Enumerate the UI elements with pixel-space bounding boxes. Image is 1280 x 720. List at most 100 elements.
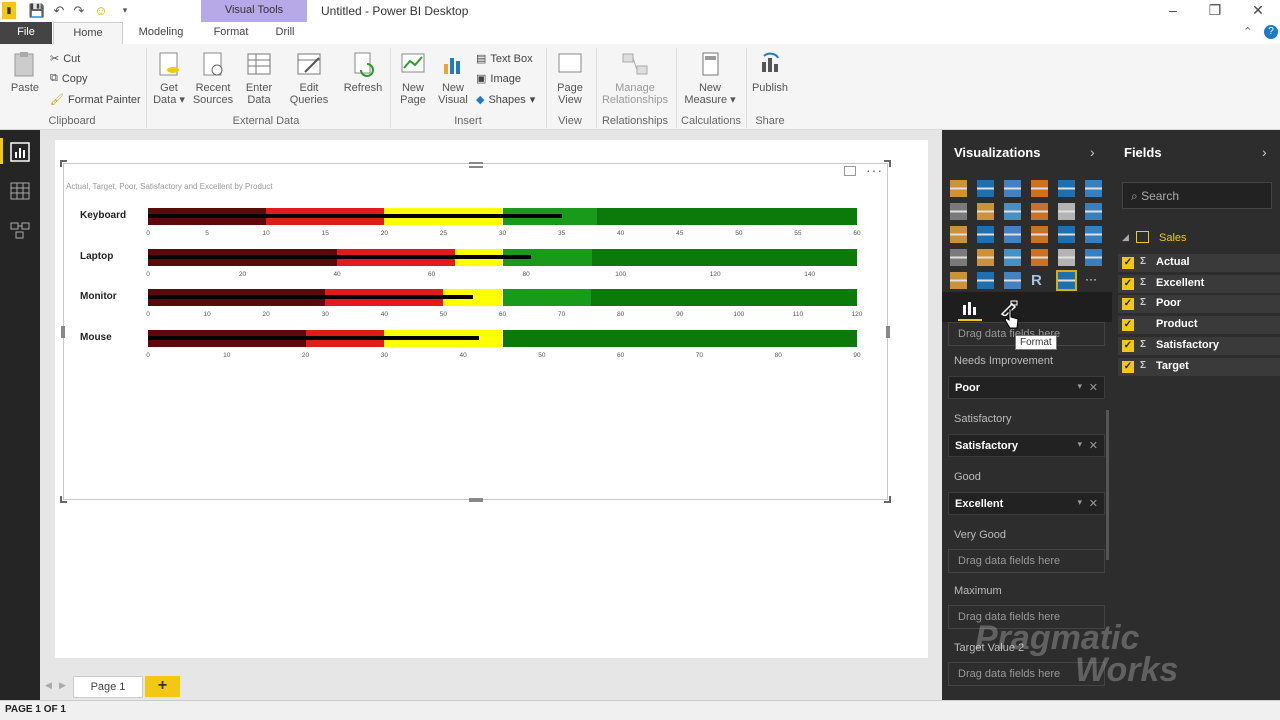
pie-icon[interactable] xyxy=(1004,226,1021,243)
scroll-right-icon[interactable]: ▶ xyxy=(59,680,66,691)
report-view-icon[interactable] xyxy=(10,142,30,162)
field-item[interactable]: ✓ Σ Actual xyxy=(1118,254,1280,272)
line-column-icon[interactable] xyxy=(1031,203,1048,220)
bullet-bar[interactable] xyxy=(148,330,857,347)
stacked-column-icon[interactable] xyxy=(977,180,994,197)
area-chart-icon[interactable] xyxy=(977,203,994,220)
undo-icon[interactable]: ↶ xyxy=(50,2,68,19)
manage-relationships-button[interactable]: Manage Relationships xyxy=(600,50,670,106)
new-page-button[interactable]: New Page xyxy=(394,50,432,106)
checkbox-icon[interactable]: ✓ xyxy=(1122,360,1134,373)
redo-icon[interactable]: ↷ xyxy=(70,2,88,19)
page-view-button[interactable]: Page View xyxy=(550,50,590,106)
help-icon[interactable]: ? xyxy=(1264,25,1278,39)
paste-button[interactable]: Paste xyxy=(6,50,44,94)
line-column2-icon[interactable] xyxy=(1058,203,1075,220)
resize-handle[interactable] xyxy=(884,160,891,167)
100-column-icon[interactable] xyxy=(1085,180,1102,197)
waterfall-icon[interactable] xyxy=(950,226,967,243)
resize-handle[interactable] xyxy=(469,498,483,502)
bullet-bar[interactable] xyxy=(148,208,857,225)
relationships-view-icon[interactable] xyxy=(10,220,30,240)
field-search-input[interactable]: ⌕ Search xyxy=(1122,182,1272,209)
shapes-button[interactable]: ◆ Shapes ▾ xyxy=(476,93,535,107)
new-visual-button[interactable]: New Visual xyxy=(434,50,472,106)
card-icon[interactable] xyxy=(1058,249,1075,266)
multirow-card-icon[interactable] xyxy=(1085,249,1102,266)
dropdown-icon[interactable]: ▾ xyxy=(1077,381,1082,392)
field-item[interactable]: ✓ Σ Poor xyxy=(1118,295,1280,314)
expand-table-icon[interactable]: ◢ xyxy=(1122,232,1129,243)
save-icon[interactable]: 💾 xyxy=(28,2,46,19)
checkbox-icon[interactable]: ✓ xyxy=(1122,277,1134,290)
table-icon[interactable] xyxy=(1085,226,1102,243)
dropdown-icon[interactable]: ▾ xyxy=(1077,497,1082,508)
edit-queries-button[interactable]: Edit Queries xyxy=(285,50,333,106)
focus-mode-icon[interactable] xyxy=(844,166,856,176)
checkbox-icon[interactable]: ✓ xyxy=(1122,339,1134,352)
text-box-button[interactable]: ▤ Text Box xyxy=(476,52,533,66)
collapse-ribbon-icon[interactable]: ⌃ xyxy=(1243,25,1252,38)
drag-grip[interactable] xyxy=(469,162,483,168)
checkbox-icon[interactable]: ✓ xyxy=(1122,298,1134,311)
table-name[interactable]: Sales xyxy=(1159,232,1187,244)
tab-modeling[interactable]: Modeling xyxy=(128,22,194,44)
add-page-button[interactable]: + xyxy=(145,676,180,697)
resize-handle[interactable] xyxy=(61,326,65,338)
100-bar-icon[interactable] xyxy=(1058,180,1075,197)
cut-button[interactable]: ✂ Cut xyxy=(50,52,80,66)
get-data-button[interactable]: Get Data ▾ xyxy=(150,50,188,106)
resize-handle[interactable] xyxy=(884,496,891,503)
field-item[interactable]: ✓ Product xyxy=(1118,316,1280,335)
slicer-icon[interactable] xyxy=(977,272,994,289)
page-tab-page-1[interactable]: Page 1 xyxy=(73,676,143,698)
image-button[interactable]: ▣ Image xyxy=(476,72,521,86)
matrix-icon[interactable] xyxy=(950,249,967,266)
field-item[interactable]: ✓ Σ Excellent xyxy=(1118,274,1280,293)
drag-drop-zone[interactable]: Drag data fields here xyxy=(948,549,1105,573)
remove-field-icon[interactable]: ✕ xyxy=(1089,439,1098,452)
field-well-value[interactable]: Poor ▾ ✕ xyxy=(948,376,1105,399)
refresh-button[interactable]: Refresh xyxy=(342,50,384,94)
line-chart-icon[interactable] xyxy=(950,203,967,220)
checkbox-icon[interactable]: ✓ xyxy=(1122,257,1134,269)
more-visuals-icon[interactable]: ··· xyxy=(1085,272,1102,289)
more-options-icon[interactable]: ··· xyxy=(866,162,883,178)
funnel-icon[interactable] xyxy=(1004,249,1021,266)
tab-home[interactable]: Home xyxy=(53,22,123,44)
kpi-icon[interactable] xyxy=(950,272,967,289)
tab-drill[interactable]: Drill xyxy=(264,22,306,44)
scroll-left-icon[interactable]: ◀ xyxy=(45,680,52,691)
field-item[interactable]: ✓ Σ Target xyxy=(1118,357,1280,376)
bullet-chart-icon[interactable] xyxy=(1056,270,1077,291)
map-icon[interactable] xyxy=(1058,226,1075,243)
enter-data-button[interactable]: Enter Data xyxy=(240,50,278,106)
resize-handle[interactable] xyxy=(60,160,67,167)
field-well-value[interactable]: Satisfactory ▾ ✕ xyxy=(948,434,1105,457)
smiley-icon[interactable]: ☺ xyxy=(92,2,110,19)
customize-quick-access-icon[interactable]: ▾ xyxy=(118,2,132,19)
treemap-icon[interactable] xyxy=(1031,226,1048,243)
new-measure-button[interactable]: New Measure ▾ xyxy=(682,50,738,106)
clustered-bar-icon[interactable] xyxy=(1004,180,1021,197)
recent-sources-button[interactable]: Recent Sources xyxy=(190,50,236,106)
publish-button[interactable]: Publish xyxy=(750,50,790,94)
field-well-value[interactable]: Excellent ▾ ✕ xyxy=(948,492,1105,515)
format-painter-button[interactable]: 🖌 Format Painter xyxy=(50,93,141,107)
bullet-bar[interactable] xyxy=(148,289,857,306)
remove-field-icon[interactable]: ✕ xyxy=(1089,381,1098,394)
stacked-bar-icon[interactable] xyxy=(950,180,967,197)
maximize-icon[interactable]: ❐ xyxy=(1200,2,1230,20)
checkbox-icon[interactable]: ✓ xyxy=(1122,319,1134,332)
ribbon-chart-icon[interactable] xyxy=(1085,203,1102,220)
clustered-column-icon[interactable] xyxy=(1031,180,1048,197)
tab-file[interactable]: File xyxy=(0,22,52,44)
copy-button[interactable]: ⧉ Copy xyxy=(50,72,88,85)
fields-tab-icon[interactable] xyxy=(962,301,978,315)
bullet-chart-visual[interactable]: ··· Actual, Target, Poor, Satisfactory a… xyxy=(60,160,891,503)
remove-field-icon[interactable]: ✕ xyxy=(1089,497,1098,510)
scrollbar[interactable] xyxy=(1106,410,1109,560)
tab-format[interactable]: Format xyxy=(201,22,261,44)
resize-handle[interactable] xyxy=(886,326,890,338)
collapse-fields-icon[interactable]: › xyxy=(1262,144,1267,160)
